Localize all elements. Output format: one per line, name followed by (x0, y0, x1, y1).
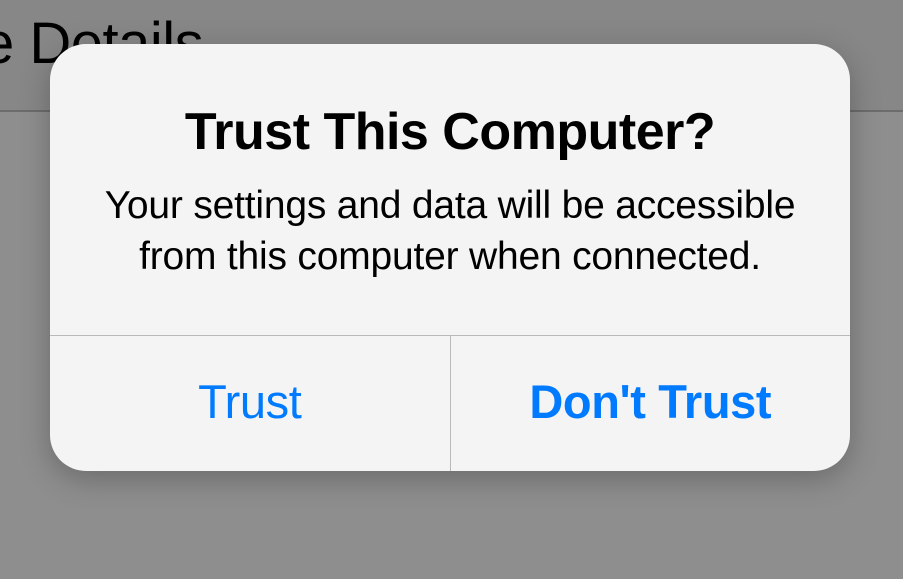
dialog-message: Your settings and data will be accessibl… (100, 180, 800, 283)
trust-computer-dialog: Trust This Computer? Your settings and d… (50, 44, 850, 471)
dont-trust-button[interactable]: Don't Trust (451, 336, 851, 471)
trust-button[interactable]: Trust (50, 336, 451, 471)
dialog-title: Trust This Computer? (100, 102, 800, 162)
dialog-button-row: Trust Don't Trust (50, 335, 850, 471)
dialog-content: Trust This Computer? Your settings and d… (50, 44, 850, 335)
